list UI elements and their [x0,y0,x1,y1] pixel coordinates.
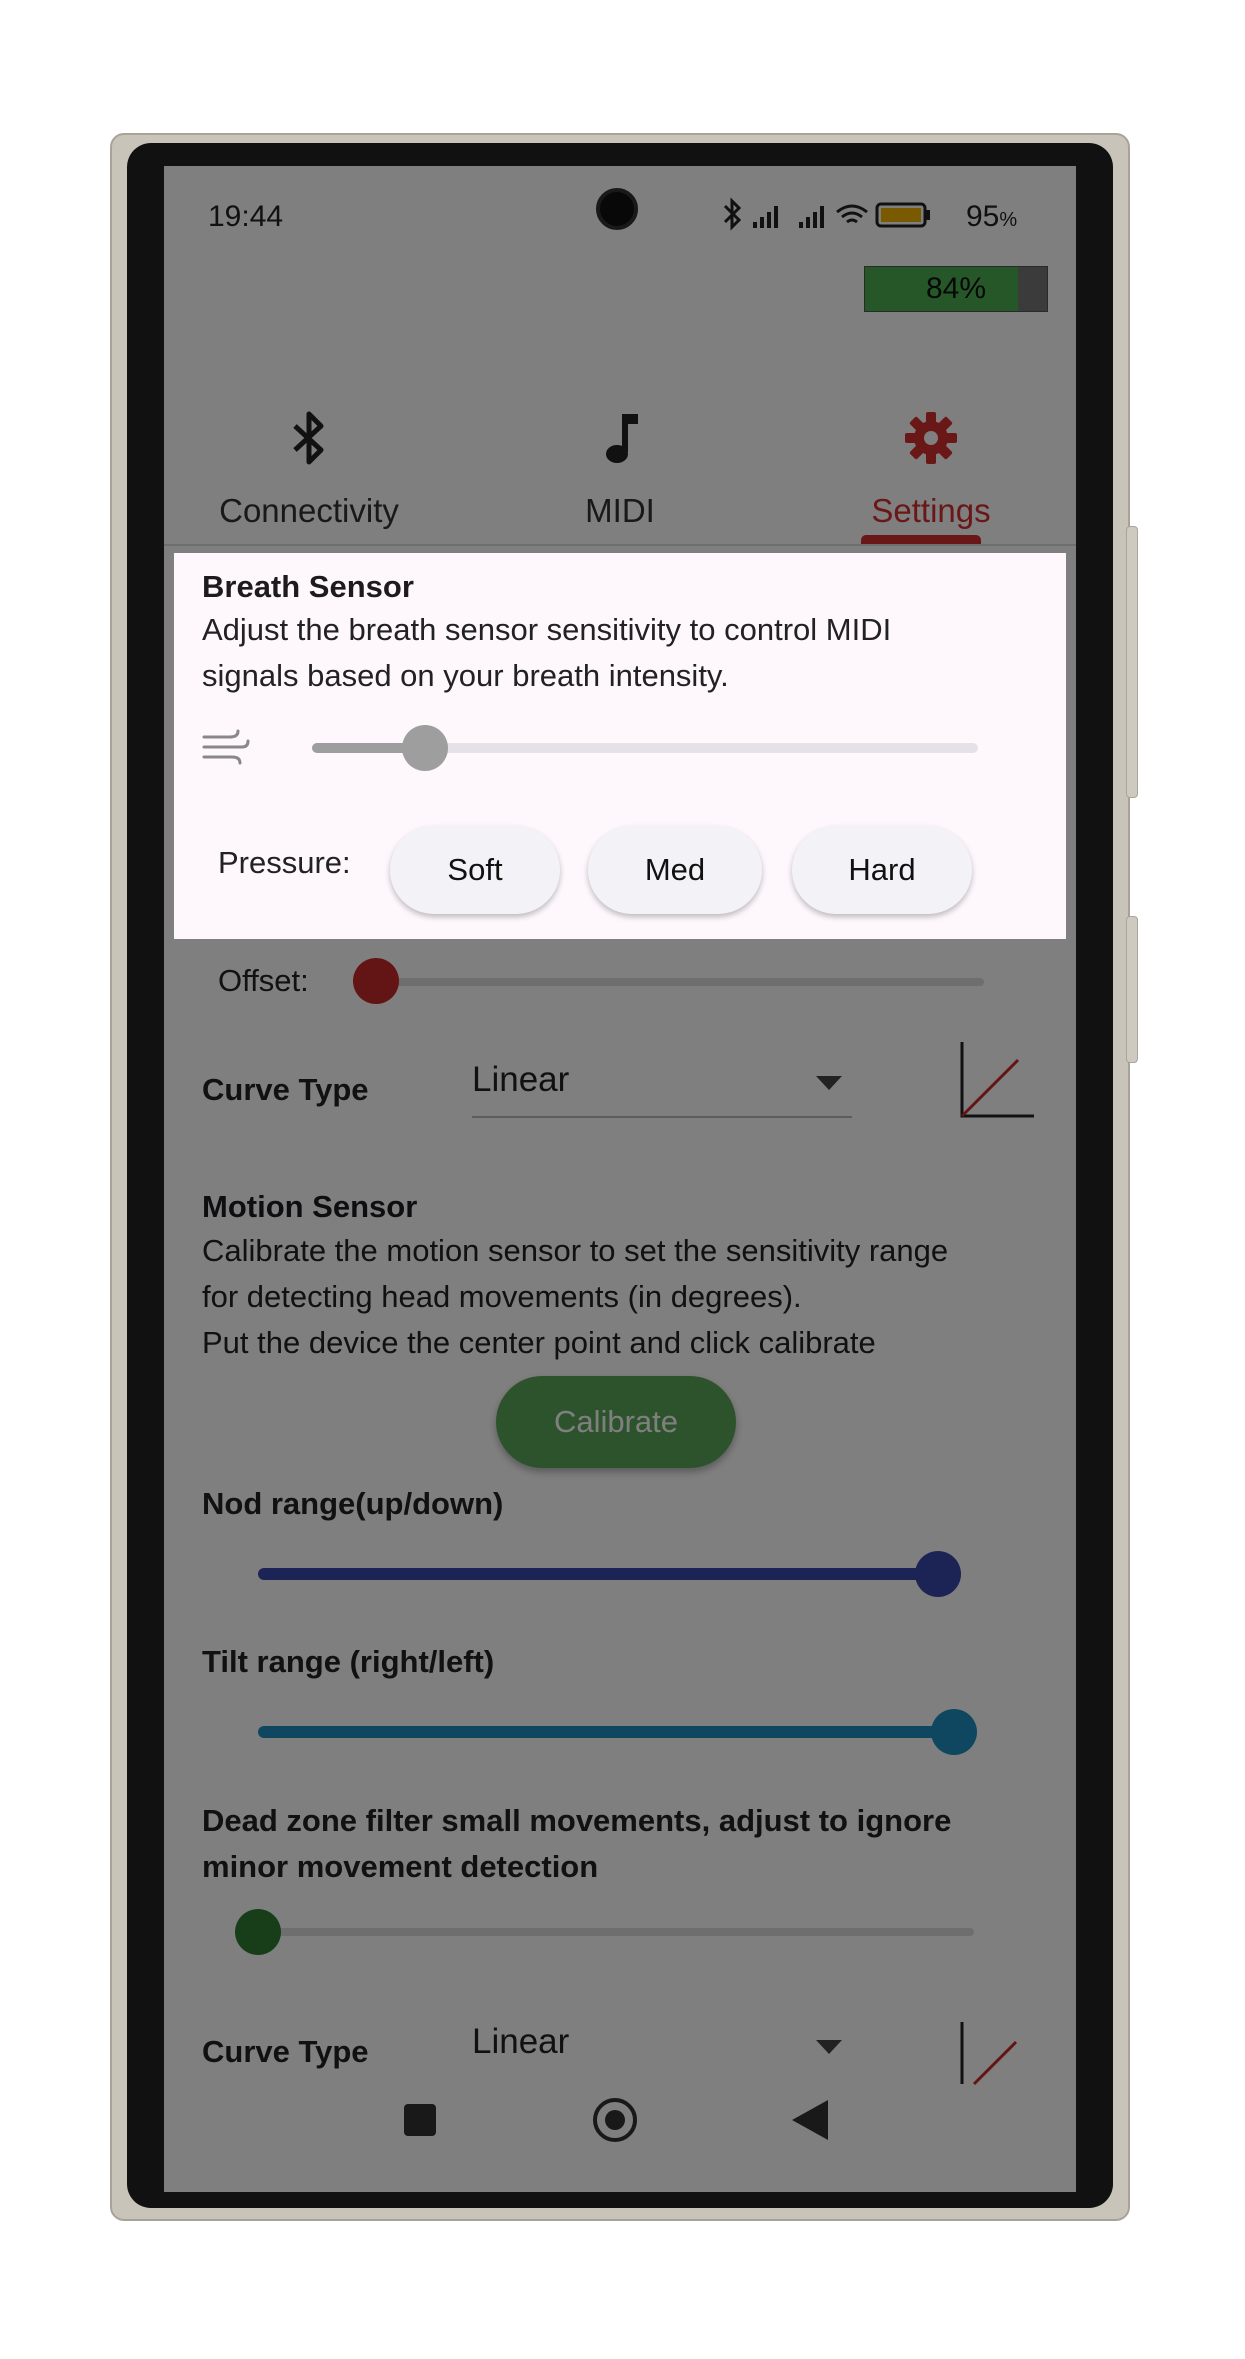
tab-settings[interactable]: Settings [801,386,1061,530]
nod-range-slider-track[interactable] [258,1568,938,1580]
signal-icon [753,206,824,228]
tilt-range-slider-thumb[interactable] [931,1709,977,1755]
linear-curve-icon [960,1042,1036,1118]
offset-label: Offset: [218,963,309,998]
chevron-down-icon [816,2040,842,2054]
tilt-range-label: Tilt range (right/left) [202,1644,495,1679]
dead-zone-slider-track[interactable] [258,1928,974,1936]
battery-icon [875,202,930,228]
breath-slider-thumb[interactable] [402,725,449,771]
calibrate-button[interactable]: Calibrate [496,1376,736,1468]
tab-label: Settings [871,492,991,529]
tab-divider [164,544,1076,546]
wifi-icon [836,204,868,224]
chevron-down-icon [816,1076,842,1090]
pressure-soft-button[interactable]: Soft [390,826,560,914]
curve-type-value: Linear [472,1060,570,1099]
breath-sensor-description: Adjust the breath sensor sensitivity to … [202,612,892,693]
curve-type-value-2: Linear [472,2022,570,2061]
home-circle-icon[interactable] [593,2098,637,2142]
breath-sensor-title: Breath Sensor [202,569,414,604]
recents-square-icon[interactable] [404,2104,436,2136]
dead-zone-label: Dead zone filter small movements, adjust… [202,1803,952,1884]
motion-sensor-title: Motion Sensor [202,1189,418,1224]
status-time: 19:44 [208,200,284,233]
motion-sensor-description: Calibrate the motion sensor to set the s… [202,1233,949,1360]
battery-percent: 95% [966,200,1018,233]
status-icons [719,194,969,234]
back-triangle-icon[interactable] [792,2100,828,2145]
nod-range-slider-thumb[interactable] [915,1551,961,1597]
device-battery-label: 84% [925,272,987,305]
bluetooth-status-icon [723,197,742,231]
device-battery-bar: 84% [864,266,1048,312]
dead-zone-slider-thumb[interactable] [235,1909,281,1955]
offset-slider-track[interactable] [376,978,984,986]
curve-type-dropdown-2[interactable]: Linear [472,2008,852,2068]
tilt-range-slider-track[interactable] [258,1726,954,1738]
pressure-hard-button[interactable]: Hard [792,826,972,914]
front-camera [596,188,638,230]
pressure-med-button[interactable]: Med [588,826,762,914]
bluetooth-icon [179,386,439,466]
power-button [1126,916,1138,1063]
curve-type-dropdown[interactable]: Linear [472,1046,852,1118]
tab-label: MIDI [585,492,655,529]
curve-type-label: Curve Type [202,1072,369,1107]
curve-type-label-2: Curve Type [202,2034,369,2069]
nod-range-label: Nod range(up/down) [202,1486,504,1521]
tab-midi[interactable]: MIDI [490,386,750,530]
music-note-icon [490,386,750,466]
phone-screen: 19:44 95% 84% Connectivity MIDI Settings… [164,166,1076,2192]
wind-icon [202,727,250,772]
offset-slider-thumb[interactable] [353,958,399,1004]
tab-connectivity[interactable]: Connectivity [179,386,439,530]
gear-icon [801,386,1061,466]
linear-curve-icon-2 [960,2022,1020,2086]
pressure-label: Pressure: [218,845,351,880]
volume-button [1126,526,1138,798]
tab-label: Connectivity [219,492,399,529]
